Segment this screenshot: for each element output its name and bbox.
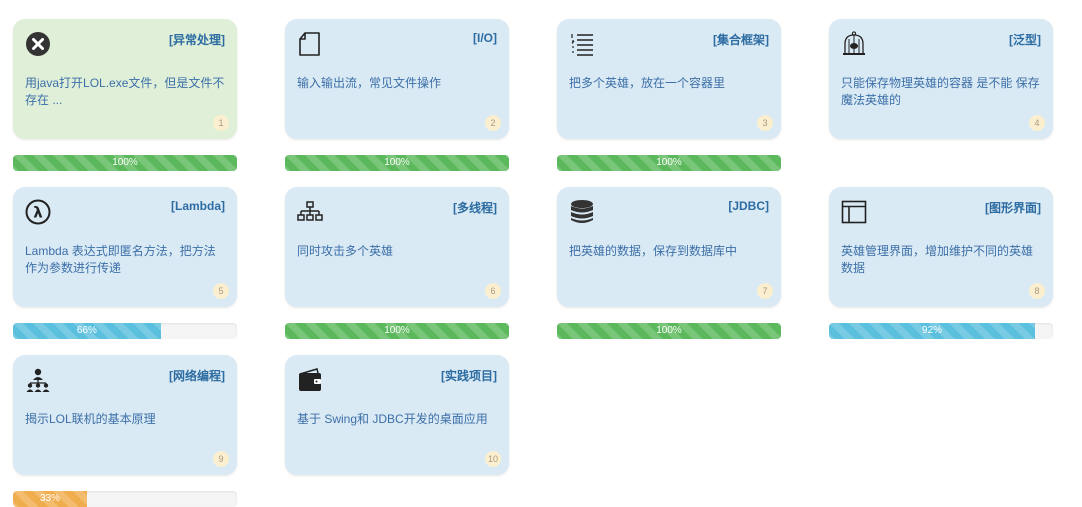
course-title: [网络编程] [169,369,225,383]
course-number-badge: 10 [485,451,501,467]
course-card[interactable]: [JDBC] 把英雄的数据，保存到数据库中 7 [557,187,781,307]
course-grid: [异常处理] 用java打开LOL.exe文件，但是文件不存在 ... 1 10… [0,0,1082,507]
progress-fill: 92% [829,323,1036,339]
window-layout-icon [841,199,867,225]
course-item: [多线程] 同时攻击多个英雄 6 100% [285,187,509,339]
progress-bar: 100% [285,155,509,171]
network-tree-icon [297,199,323,225]
progress-bar: 100% [285,323,509,339]
course-number-badge: 7 [757,283,773,299]
course-card[interactable]: [I/O] 输入输出流，常见文件操作 2 [285,19,509,139]
course-number-badge: 5 [213,283,229,299]
document-icon [297,31,323,57]
course-number-badge: 6 [485,283,501,299]
progress-fill: 33% [13,491,87,507]
course-item: [泛型] 只能保存物理英雄的容器 是不能 保存魔法英雄的 4 [829,19,1053,139]
course-item: [实践项目] 基于 Swing和 JDBC开发的桌面应用 10 [285,355,509,475]
course-description: 把多个英雄，放在一个容器里 [569,76,726,90]
course-item: [异常处理] 用java打开LOL.exe文件，但是文件不存在 ... 1 10… [13,19,237,171]
course-number-badge: 4 [1029,115,1045,131]
course-card[interactable]: [多线程] 同时攻击多个英雄 6 [285,187,509,307]
course-number-badge: 3 [757,115,773,131]
course-title: [泛型] [1009,33,1041,47]
progress-bar: 100% [557,323,781,339]
wallet-icon [297,367,323,393]
course-number-badge: 1 [213,115,229,131]
course-card[interactable]: [集合框架] 把多个英雄，放在一个容器里 3 [557,19,781,139]
progress-fill: 100% [557,155,781,171]
progress-bar: 100% [557,155,781,171]
svg-text:λ: λ [33,204,43,222]
course-title: [JDBC] [728,199,769,213]
course-number-badge: 2 [485,115,501,131]
course-card[interactable]: [异常处理] 用java打开LOL.exe文件，但是文件不存在 ... 1 [13,19,237,139]
course-item: [I/O] 输入输出流，常见文件操作 2 100% [285,19,509,171]
lambda-icon: λ [25,199,51,225]
course-title: [Lambda] [171,199,225,213]
course-card[interactable]: [网络编程] 揭示LOL联机的基本原理 9 [13,355,237,475]
course-description: 输入输出流，常见文件操作 [297,76,442,90]
progress-fill: 100% [13,155,237,171]
course-number-badge: 8 [1029,283,1045,299]
database-icon [569,199,595,225]
course-title: [实践项目] [441,369,497,383]
birdcage-icon [841,31,867,57]
course-description: 英雄管理界面，增加维护不同的英雄数据 [841,244,1034,275]
course-item: [JDBC] 把英雄的数据，保存到数据库中 7 100% [557,187,781,339]
progress-fill: 100% [285,323,509,339]
progress-fill: 66% [13,323,161,339]
course-description: 基于 Swing和 JDBC开发的桌面应用 [297,412,488,426]
course-title: [集合框架] [713,33,769,47]
course-item: [网络编程] 揭示LOL联机的基本原理 9 33% [13,355,237,507]
course-card[interactable]: [实践项目] 基于 Swing和 JDBC开发的桌面应用 10 [285,355,509,475]
course-description: 揭示LOL联机的基本原理 [25,412,156,426]
progress-bar: 33% [13,491,237,507]
course-description: 只能保存物理英雄的容器 是不能 保存魔法英雄的 [841,76,1040,107]
course-description: 把英雄的数据，保存到数据库中 [569,244,738,258]
course-item: [集合框架] 把多个英雄，放在一个容器里 3 100% [557,19,781,171]
users-network-icon [25,367,51,393]
progress-fill: 100% [557,323,781,339]
course-card[interactable]: [图形界面] 英雄管理界面，增加维护不同的英雄数据 8 [829,187,1053,307]
course-title: [图形界面] [985,201,1041,215]
progress-fill: 100% [285,155,509,171]
close-circle-icon [25,31,51,57]
progress-bar: 92% [829,323,1053,339]
course-title: [多线程] [453,201,497,215]
list-icon [569,31,595,57]
course-card[interactable]: λ [Lambda] Lambda 表达式即匿名方法，把方法作为参数进行传递 5 [13,187,237,307]
course-description: 同时攻击多个英雄 [297,244,394,258]
course-title: [异常处理] [169,33,225,47]
course-number-badge: 9 [213,451,229,467]
course-card[interactable]: [泛型] 只能保存物理英雄的容器 是不能 保存魔法英雄的 4 [829,19,1053,139]
course-title: [I/O] [473,31,497,45]
progress-bar: 66% [13,323,237,339]
course-item: λ [Lambda] Lambda 表达式即匿名方法，把方法作为参数进行传递 5… [13,187,237,339]
progress-bar: 100% [13,155,237,171]
course-item: [图形界面] 英雄管理界面，增加维护不同的英雄数据 8 92% [829,187,1053,339]
course-description: Lambda 表达式即匿名方法，把方法作为参数进行传递 [25,244,216,275]
course-description: 用java打开LOL.exe文件，但是文件不存在 ... [25,76,225,107]
